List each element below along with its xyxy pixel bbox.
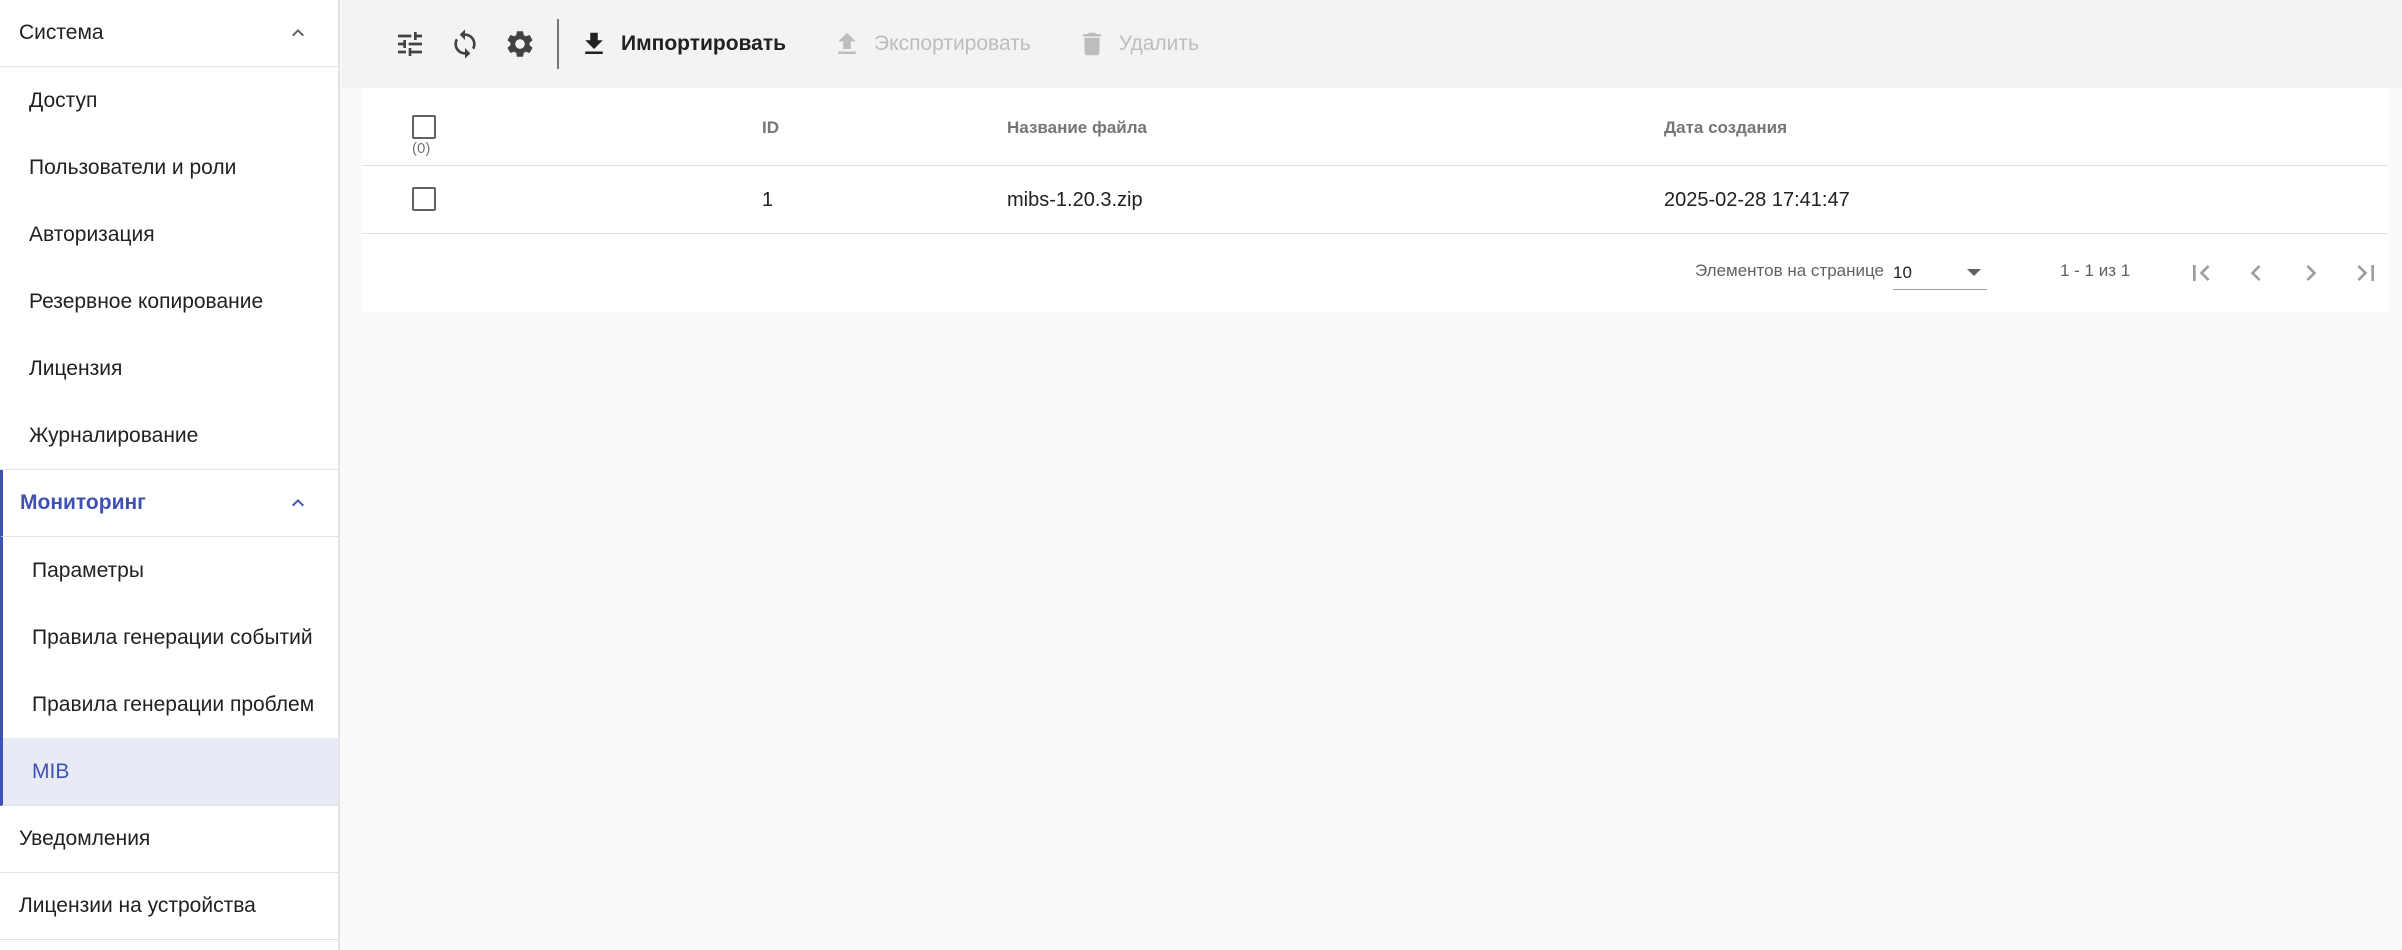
next-page-icon[interactable] xyxy=(2294,256,2328,290)
column-header-id[interactable]: ID xyxy=(762,118,779,138)
sidebar: Система Доступ Пользователи и роли Автор… xyxy=(0,0,340,950)
sidebar-item-parameters[interactable]: Параметры xyxy=(3,537,338,604)
page-size-select[interactable]: 10 xyxy=(1893,256,1987,290)
table-row[interactable]: 1 mibs-1.20.3.zip 2025-02-28 17:41:47 xyxy=(362,166,2388,234)
last-page-icon[interactable] xyxy=(2349,256,2383,290)
sidebar-item-users-roles[interactable]: Пользователи и роли xyxy=(0,134,338,201)
paginator: Элементов на странице 10 1 - 1 из 1 xyxy=(362,234,2388,312)
selected-count: (0) xyxy=(412,140,431,157)
sidebar-item-access[interactable]: Доступ xyxy=(0,67,338,134)
column-header-file-name[interactable]: Название файла xyxy=(1007,118,1147,138)
page-size-value: 10 xyxy=(1893,262,1912,282)
cell-file-name: mibs-1.20.3.zip xyxy=(1007,189,1143,211)
items-per-page-label: Элементов на странице xyxy=(1695,261,1885,280)
sidebar-item-mib[interactable]: MIB xyxy=(3,738,338,805)
sidebar-item-event-rules[interactable]: Правила генерации событий xyxy=(3,604,338,671)
dropdown-arrow-icon xyxy=(1967,269,1981,276)
sidebar-group-system[interactable]: Система xyxy=(0,0,338,67)
table-header: (0) ID Название файла Дата создания xyxy=(362,88,2388,166)
first-page-icon[interactable] xyxy=(2184,256,2218,290)
sidebar-system-items: Доступ Пользователи и роли Авторизация Р… xyxy=(0,67,338,470)
export-button[interactable]: Экспортировать xyxy=(832,29,1031,59)
main-content: Импортировать Экспортировать Удалить (0)… xyxy=(342,0,2402,950)
delete-button[interactable]: Удалить xyxy=(1077,29,1199,59)
sidebar-item-problem-rules[interactable]: Правила генерации проблем xyxy=(3,671,338,738)
column-header-created[interactable]: Дата создания xyxy=(1664,118,1787,138)
sidebar-item-logging[interactable]: Журналирование xyxy=(0,402,338,469)
sidebar-item-license[interactable]: Лицензия xyxy=(0,335,338,402)
upload-icon xyxy=(838,32,856,54)
cell-id: 1 xyxy=(762,189,774,211)
sidebar-item-authorization[interactable]: Авторизация xyxy=(0,201,338,268)
previous-page-icon[interactable] xyxy=(2239,256,2273,290)
select-all-checkbox[interactable] xyxy=(412,115,436,139)
chevron-up-icon xyxy=(286,21,310,45)
toolbar-divider xyxy=(557,19,559,69)
sidebar-group-notifications[interactable]: Уведомления xyxy=(0,806,338,873)
trash-icon xyxy=(1083,32,1101,56)
sidebar-monitoring-items: Параметры Правила генерации событий Прав… xyxy=(0,537,338,806)
download-icon xyxy=(585,32,603,54)
mib-table: (0) ID Название файла Дата создания 1 mi… xyxy=(362,88,2388,312)
page-range-label: 1 - 1 из 1 xyxy=(2060,261,2131,280)
tune-icon[interactable] xyxy=(392,26,428,62)
sync-icon[interactable] xyxy=(447,26,483,62)
export-button-label: Экспортировать xyxy=(874,32,1031,55)
settings-icon[interactable] xyxy=(502,26,538,62)
chevron-up-icon xyxy=(286,491,310,515)
sidebar-group-device-licenses[interactable]: Лицензии на устройства xyxy=(0,873,338,940)
delete-button-label: Удалить xyxy=(1118,32,1199,55)
sidebar-group-label: Система xyxy=(19,21,104,44)
toolbar: Импортировать Экспортировать Удалить xyxy=(342,0,2402,88)
sidebar-group-label: Мониторинг xyxy=(20,491,146,514)
sidebar-group-monitoring[interactable]: Мониторинг xyxy=(0,470,338,537)
sidebar-item-backup[interactable]: Резервное копирование xyxy=(0,268,338,335)
import-button[interactable]: Импортировать xyxy=(579,29,786,59)
row-checkbox[interactable] xyxy=(412,187,436,211)
import-button-label: Импортировать xyxy=(621,32,787,55)
cell-created: 2025-02-28 17:41:47 xyxy=(1664,189,1850,211)
